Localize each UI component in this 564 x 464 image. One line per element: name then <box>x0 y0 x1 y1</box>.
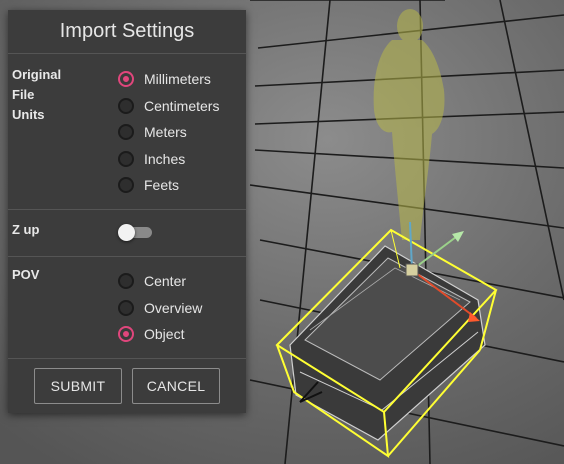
units-option-meters[interactable]: Meters <box>118 121 187 143</box>
units-option-centimeters[interactable]: Centimeters <box>118 95 219 117</box>
pov-option-object[interactable]: Object <box>118 323 184 345</box>
cancel-button[interactable]: CANCEL <box>132 368 220 404</box>
pov-section: POV Center Overview Object <box>8 257 246 359</box>
radio-button[interactable] <box>118 98 134 114</box>
units-option-feets[interactable]: Feets <box>118 174 179 196</box>
radio-button[interactable] <box>118 273 134 289</box>
submit-button[interactable]: SUBMIT <box>34 368 122 404</box>
units-label: Original File Units <box>12 67 62 122</box>
import-settings-dialog: Import Settings Original File Units Mill… <box>8 10 246 413</box>
z-up-toggle[interactable] <box>118 224 154 241</box>
radio-button[interactable] <box>118 151 134 167</box>
radio-button[interactable] <box>118 177 134 193</box>
pov-option-overview[interactable]: Overview <box>118 297 202 319</box>
units-section: Original File Units Millimeters Centimet… <box>8 54 246 210</box>
z-up-section: Z up <box>8 210 246 257</box>
radio-button[interactable] <box>118 300 134 316</box>
pov-label: POV <box>12 267 40 282</box>
radio-button[interactable] <box>118 124 134 140</box>
radio-button[interactable] <box>118 326 134 342</box>
z-up-label: Z up <box>12 222 40 237</box>
units-option-inches[interactable]: Inches <box>118 148 185 170</box>
pov-option-center[interactable]: Center <box>118 270 186 292</box>
units-option-millimeters[interactable]: Millimeters <box>118 68 211 90</box>
radio-button[interactable] <box>118 71 134 87</box>
dialog-title: Import Settings <box>8 10 246 54</box>
